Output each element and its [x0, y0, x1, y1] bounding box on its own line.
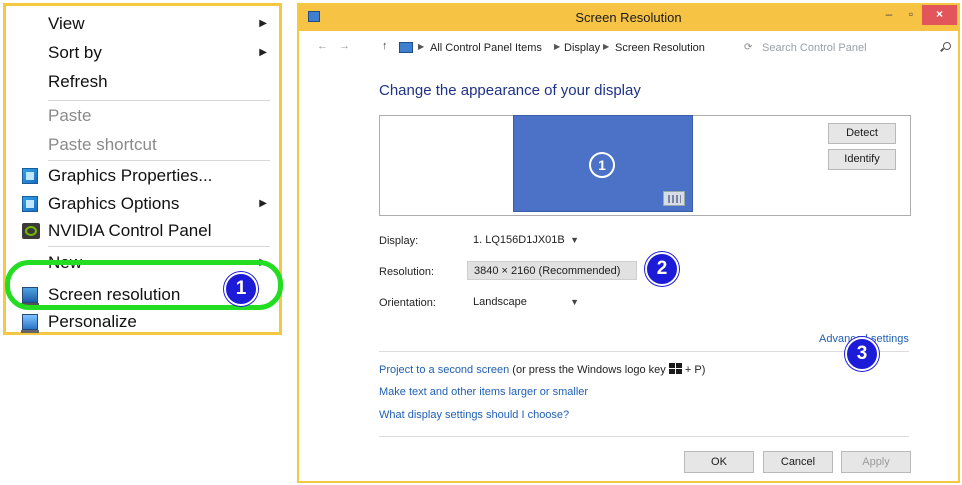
control-panel-icon — [399, 42, 413, 53]
divider — [379, 351, 909, 352]
menu-item-label: Sort by — [48, 43, 102, 62]
breadcrumb-separator-icon: ▶ — [554, 42, 561, 51]
monitor-number: 1 — [589, 152, 615, 178]
back-arrow-icon[interactable]: ← — [317, 40, 328, 52]
project-hint-suffix: + P) — [681, 364, 706, 376]
menu-item-refresh[interactable]: Refresh — [6, 67, 279, 96]
menu-item-label: Paste shortcut — [48, 135, 157, 154]
menu-separator — [48, 246, 270, 247]
callout-badge-1: 1 — [224, 272, 258, 306]
search-input[interactable]: Search Control Panel — [762, 42, 867, 54]
display-label: Display: — [379, 235, 419, 247]
callout-badge-3: 3 — [845, 337, 879, 371]
text-size-link[interactable]: Make text and other items larger or smal… — [379, 386, 588, 398]
display-select[interactable]: 1. LQ156D1JX01B ▼ — [467, 231, 585, 250]
menu-item-sort-by[interactable]: Sort by ▶ — [6, 38, 279, 67]
menu-item-label: View — [48, 14, 85, 33]
menu-item-label: Paste — [48, 106, 92, 125]
menu-item-paste[interactable]: Paste — [6, 101, 279, 130]
menu-item-graphics-properties[interactable]: Graphics Properties... — [6, 161, 279, 190]
forward-arrow-icon[interactable]: → — [339, 40, 350, 52]
breadcrumb-all-control-panel-items[interactable]: All Control Panel Items — [430, 42, 542, 54]
address-bar: ← → ↑ ▶ All Control Panel Items ▶ Displa… — [299, 31, 958, 65]
display-select-value: 1. LQ156D1JX01B — [473, 234, 565, 246]
page-heading: Change the appearance of your display — [379, 82, 641, 99]
chevron-down-icon: ▼ — [570, 235, 579, 245]
menu-item-label: Graphics Options — [48, 194, 180, 213]
project-line: Project to a second screen (or press the… — [379, 363, 705, 376]
apply-button[interactable]: Apply — [841, 451, 911, 473]
intel-graphics-icon — [22, 196, 38, 212]
menu-item-label: Refresh — [48, 72, 108, 91]
orientation-label: Orientation: — [379, 297, 436, 309]
callout-badge-2: 2 — [645, 252, 679, 286]
menu-item-personalize[interactable]: Personalize — [6, 307, 279, 336]
resolution-select-value: 3840 × 2160 (Recommended) — [474, 265, 621, 277]
close-button[interactable]: × — [922, 5, 957, 25]
nvidia-icon — [22, 223, 40, 239]
keyboard-icon — [663, 191, 685, 206]
submenu-arrow-icon: ▶ — [259, 47, 267, 58]
menu-item-paste-shortcut[interactable]: Paste shortcut — [6, 130, 279, 159]
menu-item-label: Graphics Properties... — [48, 166, 213, 185]
title-bar[interactable]: Screen Resolution – ▫ × — [299, 5, 958, 31]
project-hint-text: (or press the Windows logo key — [509, 364, 669, 376]
menu-item-nvidia-control-panel[interactable]: NVIDIA Control Panel — [6, 216, 279, 245]
up-arrow-icon[interactable]: ↑ — [382, 40, 388, 52]
search-icon[interactable] — [943, 42, 951, 50]
display-preview: 1 Detect Identify — [379, 115, 911, 216]
minimize-button[interactable]: – — [878, 5, 900, 25]
refresh-icon[interactable]: ⟳ — [744, 42, 752, 53]
menu-item-label: Personalize — [48, 312, 137, 331]
detect-button[interactable]: Detect — [828, 123, 896, 144]
chevron-down-icon: ▼ — [570, 297, 579, 307]
maximize-button[interactable]: ▫ — [900, 5, 922, 25]
breadcrumb-separator-icon: ▶ — [603, 42, 610, 51]
ok-button[interactable]: OK — [684, 451, 754, 473]
intel-graphics-icon — [22, 168, 38, 184]
menu-item-label: NVIDIA Control Panel — [48, 221, 212, 240]
orientation-select-value: Landscape — [473, 296, 527, 308]
resolution-select[interactable]: 3840 × 2160 (Recommended) — [467, 261, 637, 280]
breadcrumb-screen-resolution[interactable]: Screen Resolution — [615, 42, 705, 54]
project-second-screen-link[interactable]: Project to a second screen — [379, 364, 509, 376]
breadcrumb-display[interactable]: Display — [564, 42, 600, 54]
menu-item-graphics-options[interactable]: Graphics Options ▶ — [6, 189, 279, 218]
divider — [379, 436, 909, 437]
window-title: Screen Resolution — [575, 10, 682, 25]
submenu-arrow-icon: ▶ — [259, 198, 267, 209]
cancel-button[interactable]: Cancel — [763, 451, 833, 473]
personalize-icon — [21, 314, 39, 333]
monitor-1-tile[interactable]: 1 — [513, 115, 693, 212]
menu-item-view[interactable]: View ▶ — [6, 9, 279, 38]
screen-resolution-window: Screen Resolution – ▫ × ← → ↑ ▶ All Cont… — [297, 3, 960, 483]
submenu-arrow-icon: ▶ — [259, 18, 267, 29]
resolution-label: Resolution: — [379, 266, 435, 278]
breadcrumb-separator-icon: ▶ — [418, 42, 425, 51]
display-settings-help-link[interactable]: What display settings should I choose? — [379, 409, 569, 421]
identify-button[interactable]: Identify — [828, 149, 896, 170]
orientation-select[interactable]: Landscape ▼ — [467, 293, 585, 312]
windows-logo-icon — [668, 363, 682, 374]
